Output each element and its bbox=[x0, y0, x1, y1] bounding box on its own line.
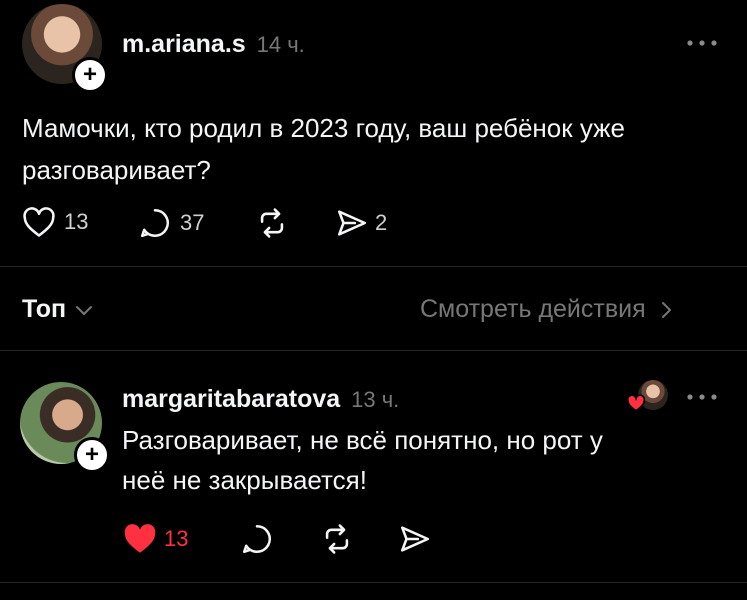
divider bbox=[0, 582, 747, 583]
reply-header: margaritabaratova 13 ч. bbox=[122, 385, 399, 414]
repost-icon bbox=[320, 522, 354, 556]
like-button[interactable]: 13 bbox=[22, 206, 88, 238]
reply-comment-button[interactable] bbox=[240, 522, 274, 556]
comment-count: 37 bbox=[180, 210, 205, 235]
comment-icon bbox=[138, 206, 172, 240]
repost-button[interactable] bbox=[255, 206, 289, 240]
chevron-down-icon bbox=[74, 303, 94, 317]
author-liked-indicator bbox=[626, 380, 670, 416]
post-text-line1: Мамочки, кто родил в 2023 году, ваш ребё… bbox=[22, 113, 625, 143]
share-count: 2 bbox=[375, 210, 388, 235]
repost-icon bbox=[255, 206, 289, 240]
reply-share-button[interactable] bbox=[398, 522, 432, 556]
reply-time: 13 ч. bbox=[351, 387, 400, 412]
post-text: Мамочки, кто родил в 2023 году, ваш ребё… bbox=[22, 107, 625, 191]
post-time: 14 ч. bbox=[256, 32, 305, 57]
sort-label: Топ bbox=[22, 295, 67, 323]
divider bbox=[0, 266, 747, 267]
divider bbox=[0, 350, 747, 351]
reply-repost-button[interactable] bbox=[320, 522, 354, 556]
view-activity-link[interactable]: Смотреть действия bbox=[420, 295, 672, 324]
sort-dropdown[interactable]: Топ bbox=[22, 295, 94, 324]
reply-text-line2: неё не закрывается! bbox=[122, 465, 367, 495]
chevron-right-icon bbox=[660, 300, 672, 320]
reply-username[interactable]: margaritabaratova bbox=[122, 385, 340, 413]
comment-icon bbox=[240, 522, 274, 556]
like-count: 13 bbox=[64, 209, 89, 234]
follow-plus-icon[interactable]: + bbox=[74, 437, 110, 473]
post-header: m.ariana.s 14 ч. bbox=[122, 30, 305, 59]
heart-icon bbox=[122, 522, 158, 555]
reply-like-button[interactable]: 13 bbox=[122, 522, 188, 555]
post-more-icon[interactable] bbox=[685, 38, 719, 48]
send-icon bbox=[335, 206, 369, 240]
heart-icon bbox=[626, 394, 646, 412]
send-icon bbox=[398, 522, 432, 556]
comment-button[interactable]: 37 bbox=[138, 206, 204, 240]
heart-icon bbox=[22, 206, 56, 238]
share-button[interactable]: 2 bbox=[335, 206, 387, 240]
follow-plus-icon[interactable]: + bbox=[72, 57, 108, 93]
reply-more-icon[interactable] bbox=[685, 392, 719, 402]
post-username[interactable]: m.ariana.s bbox=[122, 30, 246, 58]
reply-text-line1: Разговаривает, не всё понятно, но рот у bbox=[122, 425, 603, 455]
reply-like-count: 13 bbox=[164, 525, 189, 551]
reply-text: Разговаривает, не всё понятно, но рот у … bbox=[122, 420, 603, 500]
post-text-line2: разговаривает? bbox=[22, 155, 211, 185]
view-activity-label: Смотреть действия bbox=[420, 295, 646, 323]
